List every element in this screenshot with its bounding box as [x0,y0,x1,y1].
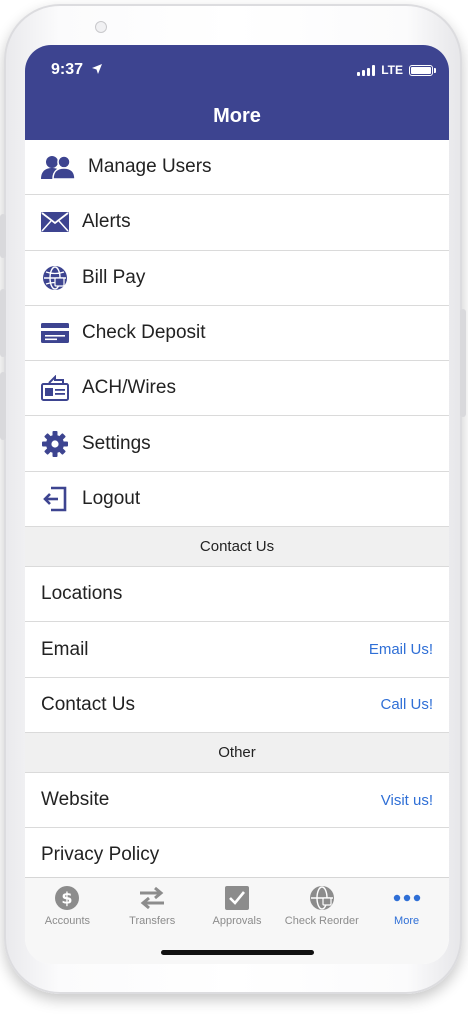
phone-side-button-mute [0,214,6,258]
menu-item-ach-wires[interactable]: ACH/Wires [25,361,449,417]
phone-side-button-volume-down [0,372,6,440]
menu-item-alerts[interactable]: Alerts [25,195,449,251]
tab-label: Accounts [44,915,91,927]
email-us-link[interactable]: Email Us! [369,641,433,658]
section-header-contact: Contact Us [25,527,449,568]
row-label: Website [41,789,110,811]
row-contact-us[interactable]: Contact Us Call Us! [25,677,449,733]
tab-label: Transfers [129,915,176,927]
menu-item-label: Manage Users [88,156,212,178]
row-label: Privacy Policy [41,844,160,866]
menu-item-label: ACH/Wires [82,377,176,399]
row-label: Email [41,638,89,660]
globe-icon [40,264,70,292]
tab-bar: $ Accounts Transfers Approvals Check Reo… [25,877,449,964]
nav-header: 9:37 LTE More [25,45,449,140]
tab-label: Approvals [212,915,262,927]
envelope-icon [40,208,70,236]
visit-us-link[interactable]: Visit us! [381,792,433,809]
battery-icon [409,64,436,76]
menu-item-settings[interactable]: Settings [25,416,449,472]
app-screen: 9:37 LTE More Manage Users Alerts Bill P… [25,45,449,964]
menu-item-logout[interactable]: Logout [25,471,449,528]
location-arrow-icon [91,62,103,80]
section-header-other: Other [25,732,449,773]
tab-check-reorder[interactable]: Check Reorder [279,884,364,938]
signal-bars-icon [357,64,376,76]
logout-icon [40,485,70,513]
menu-item-label: Settings [82,432,151,454]
row-privacy-policy[interactable]: Privacy Policy [25,828,449,884]
menu-item-label: Check Deposit [82,322,206,344]
row-website[interactable]: Website Visit us! [25,772,449,829]
globe-lock-icon [309,884,335,912]
network-label: LTE [381,63,403,77]
gear-icon [40,430,70,458]
transfer-arrows-icon [138,884,166,912]
phone-frame: 9:37 LTE More Manage Users Alerts Bill P… [0,4,466,994]
menu-item-label: Logout [82,487,141,509]
dollar-icon: $ [54,884,80,912]
status-time-text: 9:37 [51,61,84,78]
status-indicators: LTE [357,63,436,77]
row-locations[interactable]: Locations [25,567,449,623]
menu-item-bill-pay[interactable]: Bill Pay [25,250,449,306]
menu-item-check-deposit[interactable]: Check Deposit [25,305,449,362]
row-email[interactable]: Email Email Us! [25,622,449,678]
tab-label: More [394,915,420,927]
front-camera [95,21,107,33]
menu-item-label: Alerts [82,211,131,233]
checkbox-icon [224,884,249,912]
row-label: Locations [41,583,123,605]
wire-transfer-icon [40,374,70,402]
tab-transfers[interactable]: Transfers [110,884,195,938]
svg-text:$: $ [62,889,73,908]
phone-side-button-power [460,309,466,417]
tab-label: Check Reorder [284,915,359,927]
page-title: More [213,105,261,127]
check-card-icon [40,319,70,347]
more-dots-icon [393,884,421,912]
call-us-link[interactable]: Call Us! [380,696,433,713]
row-label: Contact Us [41,693,135,715]
users-icon [40,153,76,181]
tab-more[interactable]: More [364,884,449,938]
phone-side-button-volume-up [0,289,6,357]
tab-accounts[interactable]: $ Accounts [25,884,110,938]
menu-item-manage-users[interactable]: Manage Users [25,140,449,196]
status-time: 9:37 [51,61,103,80]
tab-approvals[interactable]: Approvals [195,884,280,938]
menu-item-label: Bill Pay [82,266,146,288]
home-indicator[interactable] [161,950,314,955]
